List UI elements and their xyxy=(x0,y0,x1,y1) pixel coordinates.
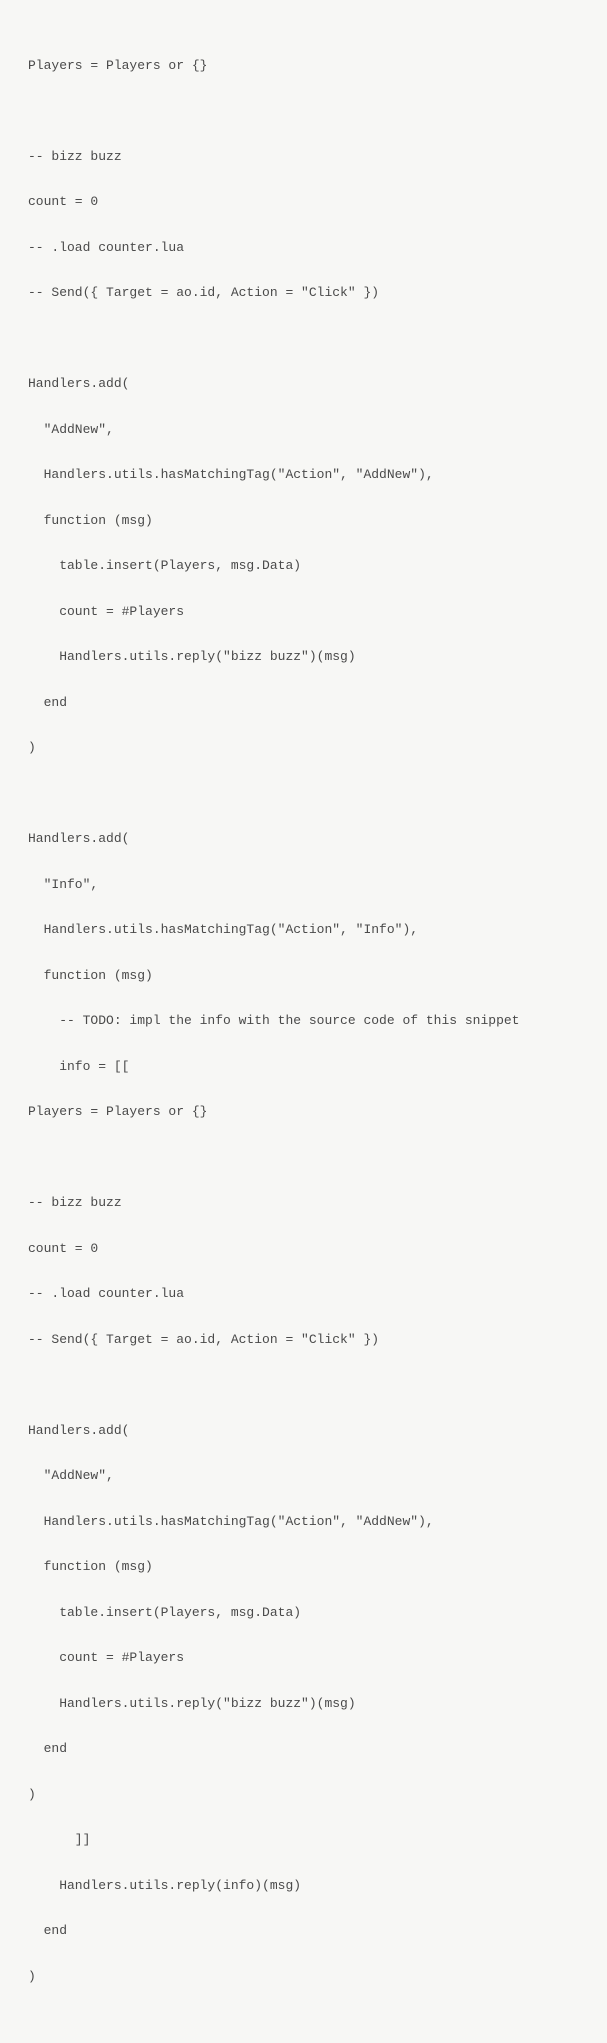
code-line: Handlers.add( xyxy=(28,828,579,851)
code-line: ) xyxy=(28,1784,579,1807)
code-line xyxy=(28,1147,579,1170)
code-line: -- bizz buzz xyxy=(28,1192,579,1215)
code-line: table.insert(Players, msg.Data) xyxy=(28,1602,579,1625)
code-line: end xyxy=(28,1738,579,1761)
code-line: function (msg) xyxy=(28,1556,579,1579)
code-snippet: Players = Players or {} -- bizz buzz cou… xyxy=(28,32,579,2011)
code-line: ]] xyxy=(28,1829,579,1852)
code-line: -- Send({ Target = ao.id, Action = "Clic… xyxy=(28,1329,579,1352)
code-line: "AddNew", xyxy=(28,1465,579,1488)
code-line: ) xyxy=(28,737,579,760)
code-line: count = #Players xyxy=(28,1647,579,1670)
code-line: table.insert(Players, msg.Data) xyxy=(28,555,579,578)
code-line: end xyxy=(28,692,579,715)
code-line: count = #Players xyxy=(28,601,579,624)
code-line: Handlers.utils.hasMatchingTag("Action", … xyxy=(28,919,579,942)
code-line: info = [[ xyxy=(28,1056,579,1079)
code-line: -- .load counter.lua xyxy=(28,237,579,260)
code-line xyxy=(28,783,579,806)
code-line xyxy=(28,100,579,123)
code-line: -- bizz buzz xyxy=(28,146,579,169)
code-line: -- TODO: impl the info with the source c… xyxy=(28,1010,579,1033)
code-line: Handlers.utils.hasMatchingTag("Action", … xyxy=(28,464,579,487)
code-line: Players = Players or {} xyxy=(28,55,579,78)
code-line: "Info", xyxy=(28,874,579,897)
code-line: Handlers.add( xyxy=(28,1420,579,1443)
code-line: ) xyxy=(28,1966,579,1989)
code-line: -- Send({ Target = ao.id, Action = "Clic… xyxy=(28,282,579,305)
code-line xyxy=(28,328,579,351)
code-line: count = 0 xyxy=(28,1238,579,1261)
code-line: Handlers.add( xyxy=(28,373,579,396)
code-line: end xyxy=(28,1920,579,1943)
code-line: Handlers.utils.reply(info)(msg) xyxy=(28,1875,579,1898)
code-line: Handlers.utils.hasMatchingTag("Action", … xyxy=(28,1511,579,1534)
code-line: Handlers.utils.reply("bizz buzz")(msg) xyxy=(28,1693,579,1716)
code-line xyxy=(28,1374,579,1397)
code-line: function (msg) xyxy=(28,510,579,533)
code-line: -- .load counter.lua xyxy=(28,1283,579,1306)
code-line: "AddNew", xyxy=(28,419,579,442)
code-line: function (msg) xyxy=(28,965,579,988)
code-line: Handlers.utils.reply("bizz buzz")(msg) xyxy=(28,646,579,669)
code-line: count = 0 xyxy=(28,191,579,214)
code-line: Players = Players or {} xyxy=(28,1101,579,1124)
